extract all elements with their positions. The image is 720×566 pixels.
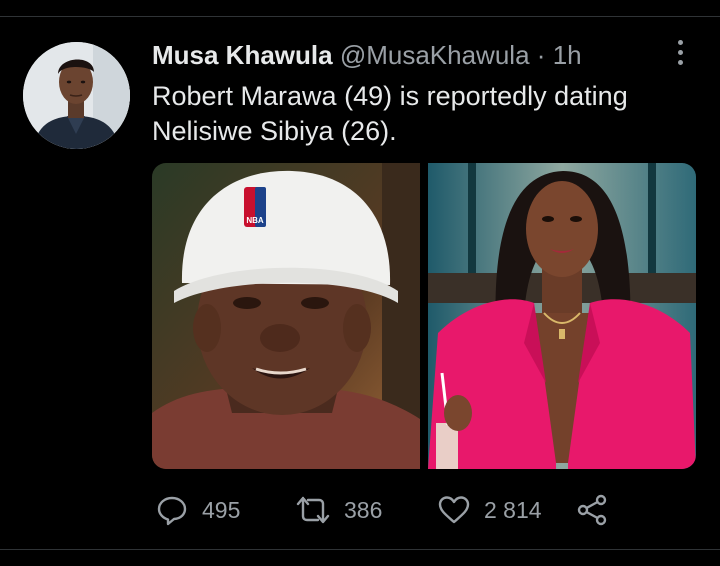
svg-text:NBA: NBA [246, 216, 264, 225]
tweet-header: Musa Khawula @MusaKhawula · 1h [152, 40, 582, 70]
retweet-icon [296, 494, 330, 526]
avatar[interactable] [23, 42, 130, 149]
divider [0, 16, 720, 17]
display-name[interactable]: Musa Khawula [152, 40, 333, 70]
like-button[interactable]: 2 814 [438, 490, 542, 530]
tweet-card[interactable]: Musa Khawula @MusaKhawula · 1h Robert Ma… [0, 0, 720, 566]
reply-icon [156, 494, 188, 526]
tweet-text: Robert Marawa (49) is reportedly dating … [152, 81, 628, 146]
divider [0, 549, 720, 550]
timestamp[interactable]: 1h [553, 40, 582, 70]
retweet-button[interactable]: 386 [296, 490, 382, 530]
photo-man-in-nba-cap[interactable]: NBA [152, 163, 420, 469]
more-options-button[interactable] [664, 36, 696, 68]
more-dot [677, 59, 683, 65]
reply-button[interactable]: 495 [156, 490, 240, 530]
user-handle[interactable]: @MusaKhawula [340, 40, 530, 70]
photo-woman-in-pink-blazer[interactable] [428, 163, 696, 469]
more-dot [677, 39, 683, 45]
media-grid: NBA [152, 163, 696, 469]
more-dot [677, 49, 683, 55]
share-button[interactable] [576, 490, 608, 530]
separator: · [536, 40, 546, 70]
tweet-actions: 495 386 2 814 [152, 490, 622, 530]
like-icon [438, 495, 470, 525]
like-count: 2 814 [484, 496, 542, 523]
retweet-count: 386 [344, 496, 383, 523]
reply-count: 495 [202, 496, 241, 523]
share-icon [576, 494, 608, 526]
